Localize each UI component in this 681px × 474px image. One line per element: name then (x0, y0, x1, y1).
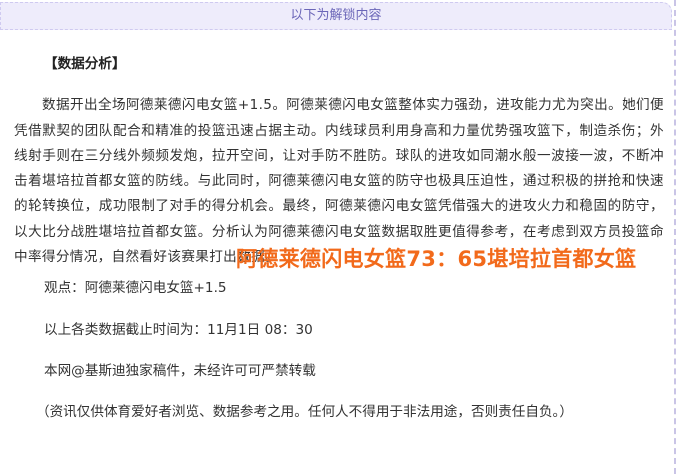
cutoff-time-line: 以上各类数据截止时间为：11月1日 08：30 (44, 321, 313, 338)
section-heading: 【数据分析】 (44, 56, 126, 72)
viewpoint-line: 观点：阿德莱德闪电女篮+1.5 (44, 280, 227, 297)
copyright-line: 本网@基斯迪独家稿件，未经许可可严禁转载 (44, 362, 316, 379)
article-frame: 以下为解锁内容 【数据分析】 数据开出全场阿德莱德闪电女篮+1.5。阿德莱德闪电… (0, 0, 676, 474)
article-content: 【数据分析】 数据开出全场阿德莱德闪电女篮+1.5。阿德莱德闪电女篮整体实力强劲… (14, 52, 664, 426)
unlock-banner: 以下为解锁内容 (0, 2, 672, 30)
disclaimer-line: （资讯仅供体育爱好者浏览、数据参考之用。任何人不得用于非法用途，否则责任自负。） (36, 404, 573, 421)
score-overlay: 阿德莱德闪电女篮73：65堪培拉首都女篮 (236, 247, 637, 271)
